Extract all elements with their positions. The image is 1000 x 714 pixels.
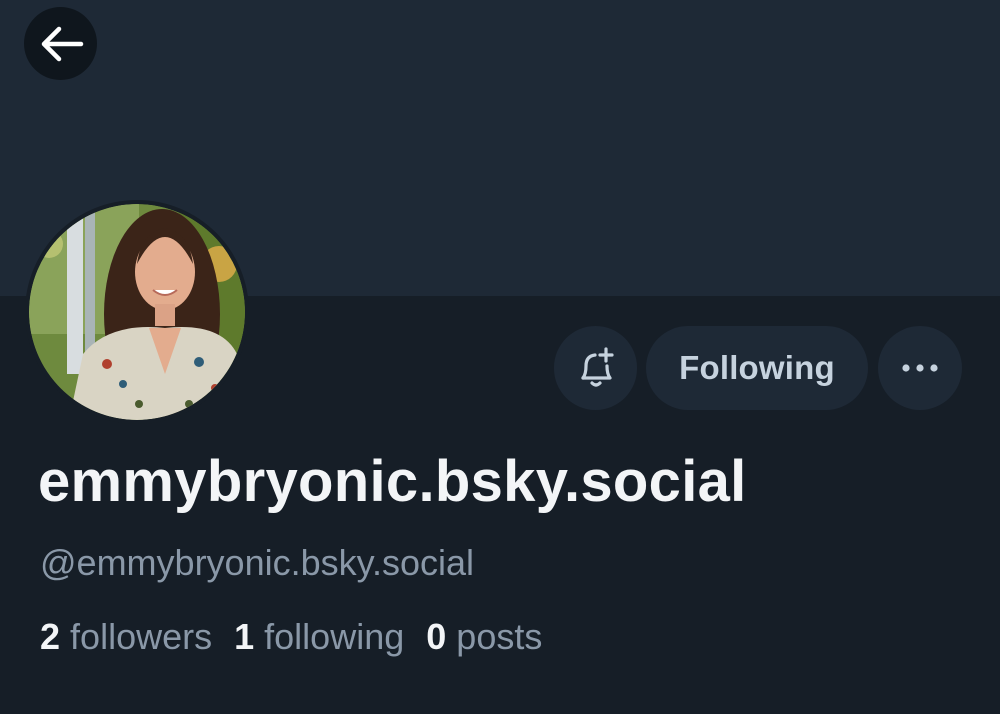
profile-stats: 2 followers 1 following 0 posts xyxy=(40,616,542,658)
ellipsis-icon xyxy=(902,364,938,372)
followers-count: 2 xyxy=(40,616,61,657)
bell-plus-icon xyxy=(580,347,614,387)
posts-label: posts xyxy=(456,616,543,657)
posts-count: 0 xyxy=(426,616,447,657)
followers-stat[interactable]: 2 followers xyxy=(40,616,212,658)
avatar-frame xyxy=(25,200,249,424)
following-label: following xyxy=(264,616,405,657)
following-count: 1 xyxy=(234,616,255,657)
more-options-button[interactable] xyxy=(878,326,962,410)
posts-stat: 0 posts xyxy=(426,616,542,658)
following-stat[interactable]: 1 following xyxy=(234,616,404,658)
notify-bell-button[interactable] xyxy=(554,326,637,410)
following-button-label: Following xyxy=(679,349,835,386)
arrow-left-icon xyxy=(41,26,83,61)
back-button[interactable] xyxy=(24,7,97,80)
avatar[interactable] xyxy=(29,204,245,420)
following-button[interactable]: Following xyxy=(646,326,868,410)
profile-handle: @emmybryonic.bsky.social xyxy=(40,542,474,583)
display-name: emmybryonic.bsky.social xyxy=(38,449,747,514)
followers-label: followers xyxy=(70,616,213,657)
